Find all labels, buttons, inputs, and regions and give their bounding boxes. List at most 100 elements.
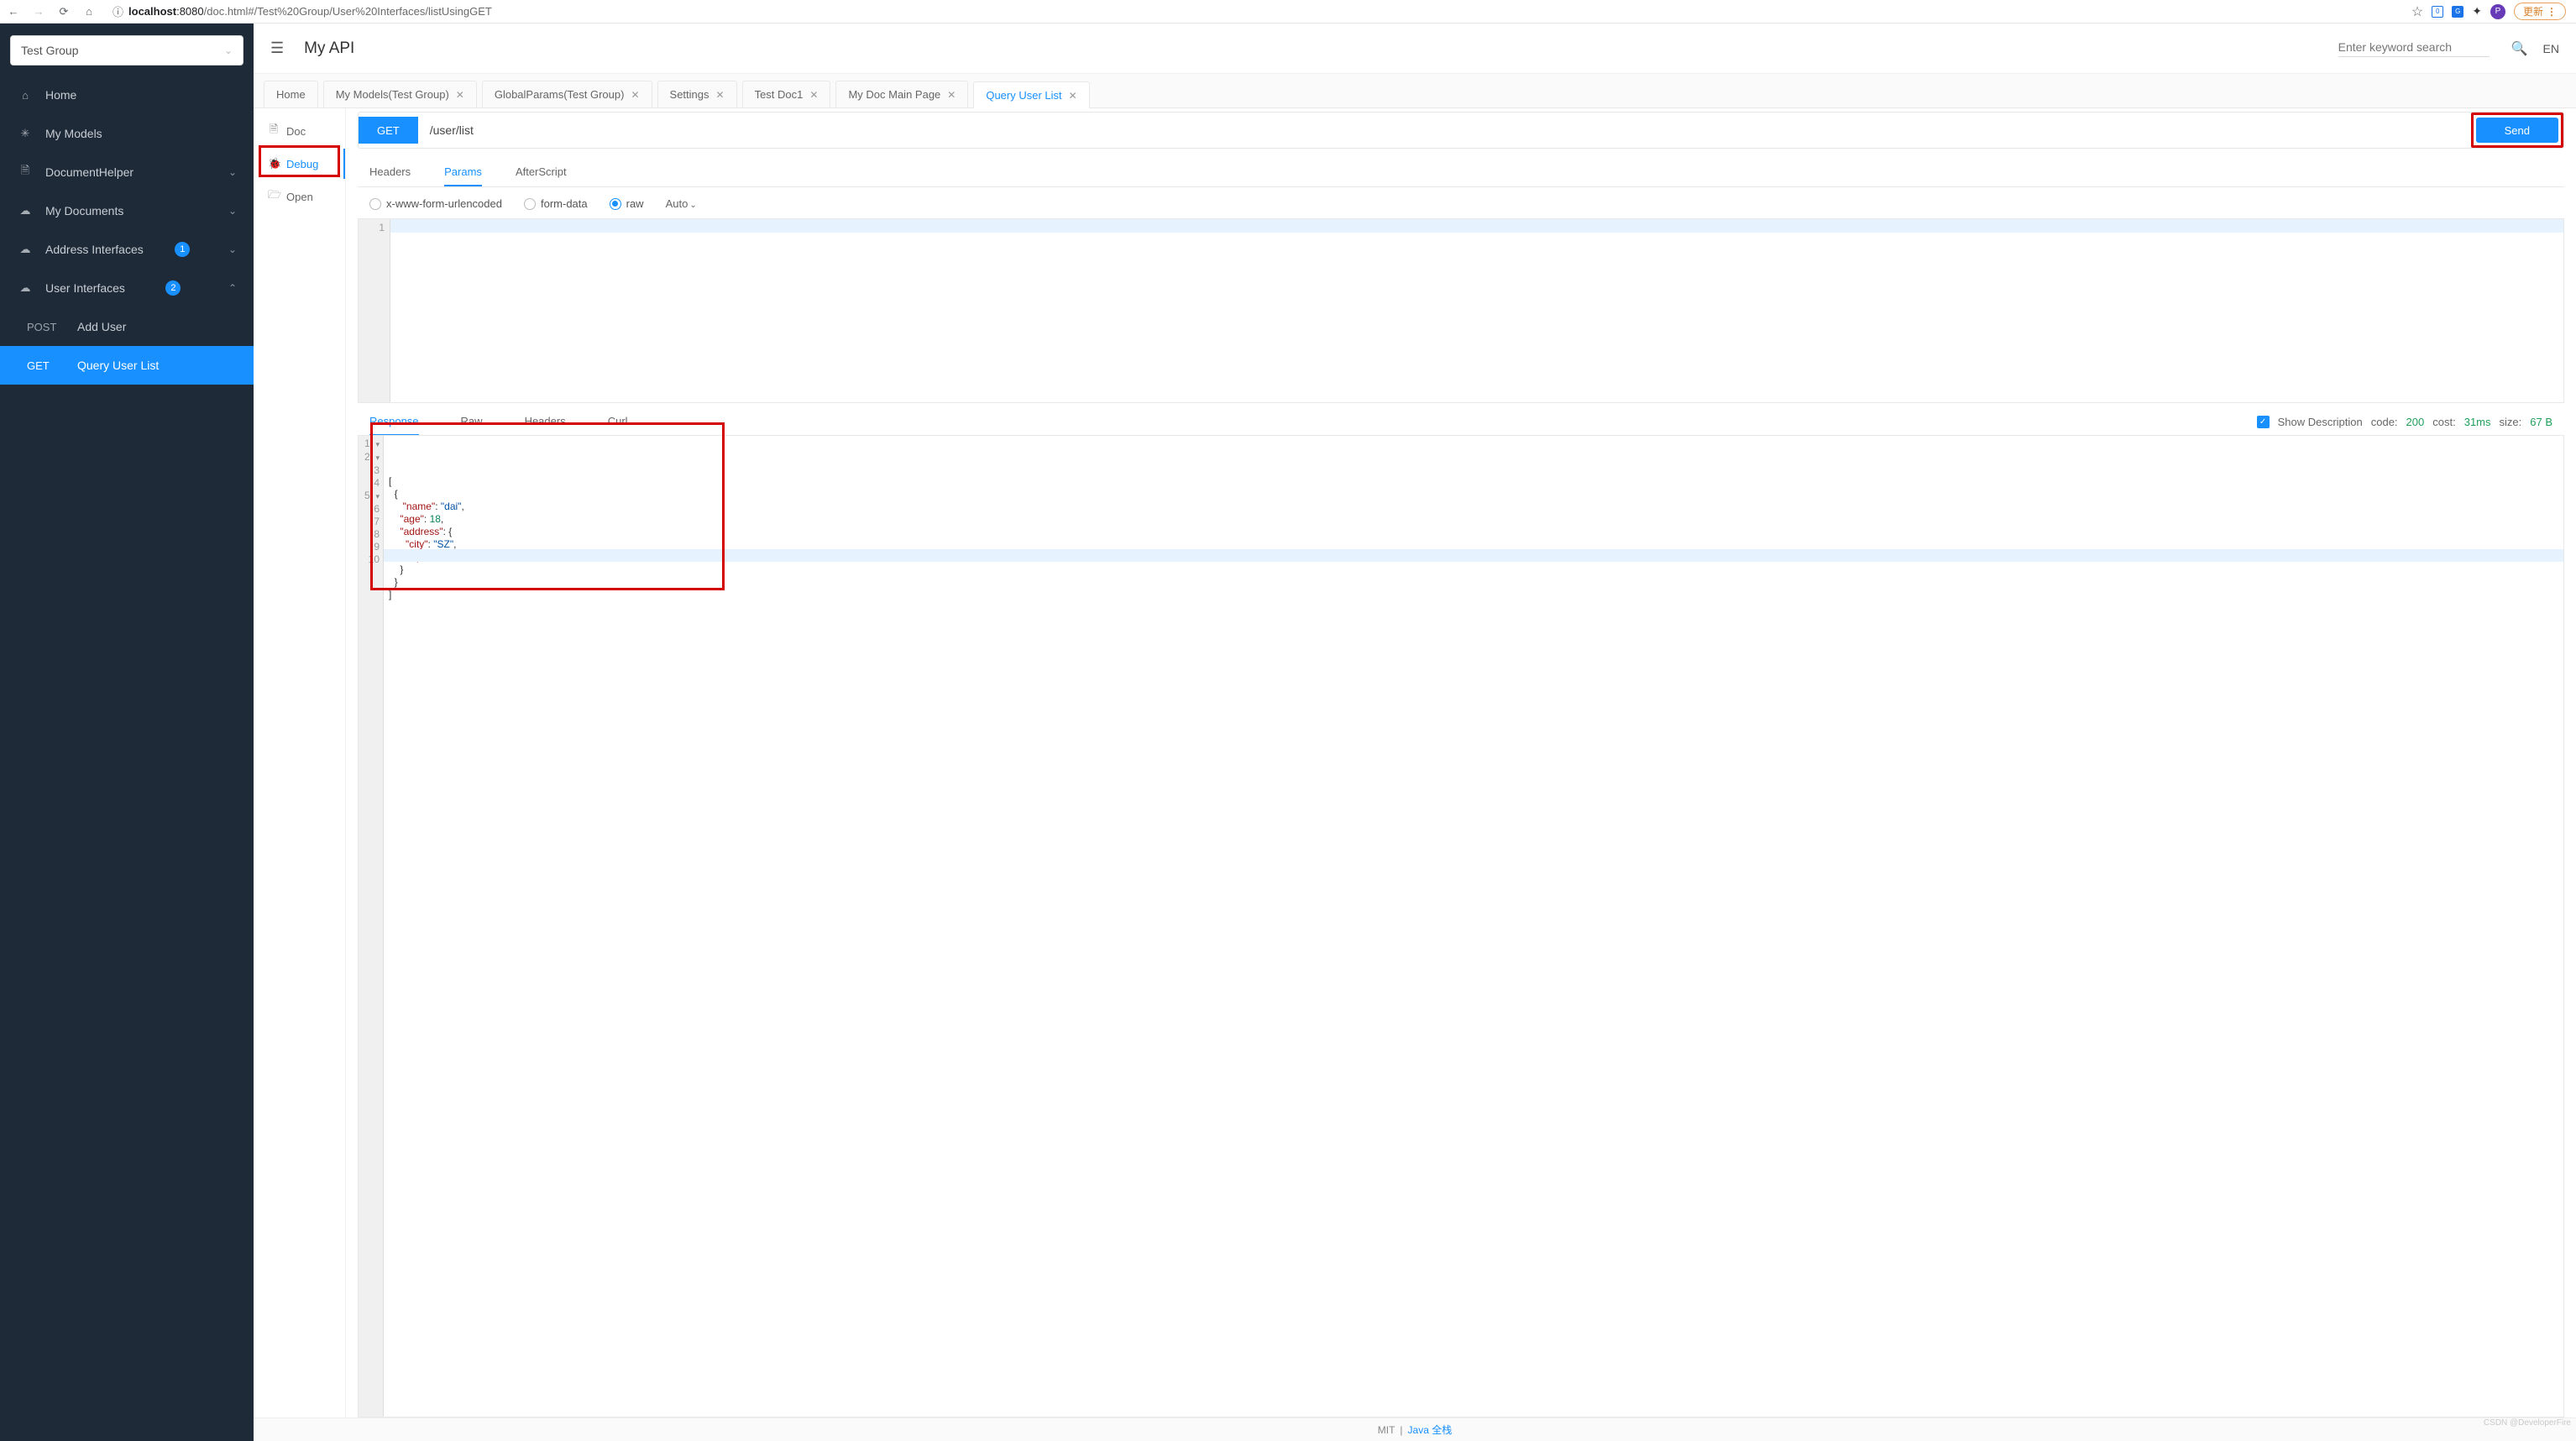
sidebar-item-document-helper[interactable]: 🗎 DocumentHelper ⌄: [0, 153, 254, 191]
tab-afterscript[interactable]: AfterScript: [516, 159, 567, 186]
topbar: ☰ My API 🔍 EN: [254, 24, 2576, 74]
highlight-box: [259, 145, 340, 177]
chevron-down-icon: ⌄: [228, 244, 237, 255]
cloud-icon: ☁: [17, 243, 34, 256]
search-input[interactable]: [2338, 40, 2490, 54]
resp-tab-headers[interactable]: Headers: [525, 408, 566, 436]
count-badge: 1: [175, 242, 190, 257]
checkbox-show-description[interactable]: ✓: [2257, 416, 2270, 428]
close-icon[interactable]: ✕: [947, 89, 956, 101]
tab-headers[interactable]: Headers: [369, 159, 411, 186]
tab-params[interactable]: Params: [444, 159, 482, 186]
sidebar-label: My Models: [45, 127, 102, 140]
url-path: /doc.html#/Test%20Group/User%20Interface…: [204, 5, 492, 18]
tab-global-params[interactable]: GlobalParams(Test Group) ✕: [482, 81, 652, 107]
left-tabs: 🗎Doc 🐞Debug 🗁Open: [254, 108, 346, 1417]
reload-icon[interactable]: ⟳: [57, 5, 71, 18]
group-select[interactable]: Test Group ⌄: [10, 35, 243, 66]
search-icon[interactable]: 🔍: [2511, 40, 2528, 57]
lang-toggle[interactable]: EN: [2543, 42, 2559, 55]
app-title: My API: [304, 39, 354, 58]
sub-label: Add User: [77, 320, 126, 333]
bookmark-icon[interactable]: ☆: [2411, 3, 2423, 20]
tab-label: GlobalParams(Test Group): [495, 88, 625, 101]
tab-my-models[interactable]: My Models(Test Group) ✕: [323, 81, 477, 107]
home-icon[interactable]: ⌂: [82, 5, 96, 18]
info-icon[interactable]: ⓘ: [113, 3, 123, 19]
show-description-label: Show Description: [2278, 416, 2363, 428]
sidebar-label: DocumentHelper: [45, 165, 134, 179]
response-tabs-row: Response Raw Headers Curl ✓ Show Descrip…: [358, 408, 2564, 436]
home-icon: ⌂: [17, 89, 34, 102]
count-badge: 2: [165, 280, 181, 296]
close-icon[interactable]: ✕: [631, 89, 639, 101]
line-gutter: 1 ▾2 ▾345 ▾678910: [359, 436, 384, 1417]
browser-chrome: ← → ⟳ ⌂ ⓘ localhost:8080/doc.html#/Test%…: [0, 0, 2576, 24]
forward-icon[interactable]: →: [32, 5, 45, 18]
left-tab-open[interactable]: 🗁 Open: [254, 179, 345, 214]
sidebar-sub-add-user[interactable]: POST Add User: [0, 307, 254, 346]
extensions-icon[interactable]: ✦: [2472, 4, 2482, 18]
tab-label: Settings: [670, 88, 709, 101]
tab-query-user-list[interactable]: Query User List ✕: [973, 81, 1089, 108]
body-type-row: x-www-form-urlencoded form-data raw Auto…: [358, 187, 2564, 218]
code-label: code:: [2371, 416, 2398, 428]
chevron-down-icon: ⌄: [228, 166, 237, 178]
sidebar-sub-query-user-list[interactable]: GET Query User List: [0, 346, 254, 385]
sidebar-item-home[interactable]: ⌂ Home: [0, 76, 254, 114]
doc-icon: 🗎: [268, 122, 280, 140]
footer-sep: |: [1400, 1424, 1402, 1436]
sidebar-item-my-documents[interactable]: ☁ My Documents ⌄: [0, 191, 254, 230]
send-button[interactable]: Send: [2476, 118, 2558, 143]
radio-form-data[interactable]: form-data: [524, 197, 588, 210]
resp-tab-response[interactable]: Response: [369, 408, 419, 436]
cloud-icon: ☁: [17, 204, 34, 217]
method-label: GET: [27, 359, 77, 372]
translate-badge-icon[interactable]: 0: [2432, 6, 2443, 18]
url-port: :8080: [176, 5, 204, 18]
tab-label: My Models(Test Group): [336, 88, 449, 101]
close-icon[interactable]: ✕: [809, 89, 818, 101]
request-row: GET /user/list Send: [358, 112, 2564, 149]
auto-select[interactable]: Auto⌄: [666, 197, 697, 210]
highlight-box: Send: [2471, 113, 2563, 148]
radio-urlencoded[interactable]: x-www-form-urlencoded: [369, 197, 502, 210]
address-bar[interactable]: ⓘ localhost:8080/doc.html#/Test%20Group/…: [107, 3, 2400, 19]
tab-home[interactable]: Home: [264, 81, 318, 107]
footer-link[interactable]: Java 全栈: [1408, 1423, 1453, 1437]
request-body-editor[interactable]: 1: [358, 218, 2564, 403]
resp-tab-curl[interactable]: Curl: [608, 408, 628, 436]
sidebar-item-address-interfaces[interactable]: ☁ Address Interfaces 1 ⌄: [0, 230, 254, 269]
lt-label: Open: [286, 191, 313, 203]
resp-tab-raw[interactable]: Raw: [461, 408, 483, 436]
back-icon[interactable]: ←: [7, 5, 20, 18]
update-button[interactable]: 更新⋮: [2514, 3, 2566, 20]
tab-label: Query User List: [986, 89, 1061, 102]
close-icon[interactable]: ✕: [1069, 90, 1077, 102]
close-icon[interactable]: ✕: [456, 89, 464, 101]
profile-avatar[interactable]: P: [2490, 4, 2505, 19]
tab-test-doc1[interactable]: Test Doc1✕: [742, 81, 831, 107]
cloud-icon: ☁: [17, 281, 34, 295]
footer-mit: MIT: [1378, 1424, 1395, 1436]
cost-label: cost:: [2432, 416, 2455, 428]
response-editor[interactable]: 1 ▾2 ▾345 ▾678910 [ { "name": "dai", "ag…: [358, 435, 2564, 1417]
google-translate-icon[interactable]: G: [2452, 6, 2463, 18]
tab-settings[interactable]: Settings ✕: [657, 81, 737, 107]
request-path[interactable]: /user/list: [418, 123, 2471, 137]
sidebar-label: My Documents: [45, 204, 123, 217]
lt-label: Doc: [286, 125, 306, 138]
sidebar-item-user-interfaces[interactable]: ☁ User Interfaces 2 ⌃: [0, 269, 254, 307]
left-tab-doc[interactable]: 🗎 Doc: [254, 113, 345, 149]
folder-icon: 🗁: [268, 187, 280, 206]
sidebar-label: Address Interfaces: [45, 243, 144, 256]
sidebar-item-my-models[interactable]: ✳ My Models: [0, 114, 254, 153]
radio-raw[interactable]: raw: [610, 197, 644, 210]
footer: MIT | Java 全栈: [254, 1417, 2576, 1441]
group-selected-label: Test Group: [21, 44, 78, 57]
close-icon[interactable]: ✕: [716, 89, 725, 101]
http-method[interactable]: GET: [359, 117, 418, 144]
tabs-row: Home My Models(Test Group) ✕ GlobalParams…: [254, 74, 2576, 108]
menu-toggle-icon[interactable]: ☰: [270, 39, 284, 57]
tab-my-doc-main[interactable]: My Doc Main Page✕: [835, 81, 968, 107]
